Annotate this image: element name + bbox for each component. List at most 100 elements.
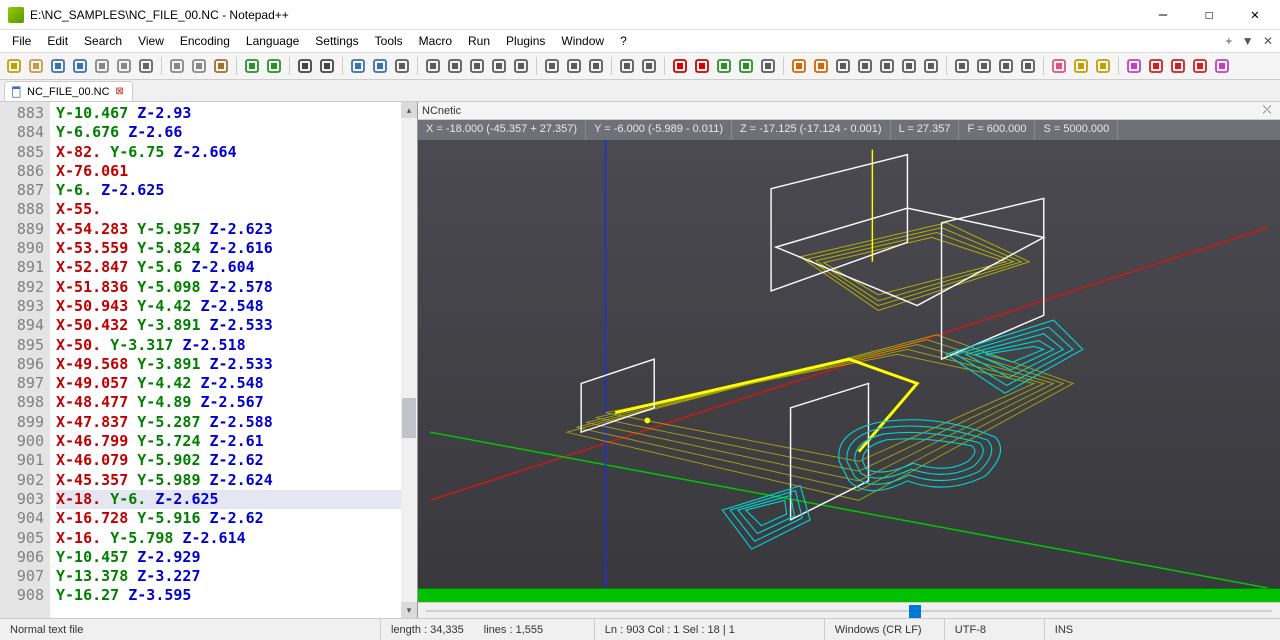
code-line[interactable]: X-50. Y-3.317 Z-2.518 bbox=[56, 336, 417, 355]
code-line[interactable]: Y-10.467 Z-2.93 bbox=[56, 104, 417, 123]
unfold-button[interactable] bbox=[511, 56, 531, 76]
close-button[interactable]: ✕ bbox=[1232, 0, 1278, 30]
menu-language[interactable]: Language bbox=[238, 32, 307, 50]
all-chars-button[interactable] bbox=[445, 56, 465, 76]
slider-thumb[interactable] bbox=[909, 605, 921, 618]
menu-help[interactable]: ? bbox=[612, 32, 635, 50]
viewer-close-icon[interactable]: ⤬ bbox=[1258, 104, 1276, 117]
status-encoding[interactable]: UTF-8 bbox=[944, 619, 1044, 640]
record-macro-button[interactable] bbox=[670, 56, 690, 76]
menu-run[interactable]: Run bbox=[460, 32, 498, 50]
fold-button[interactable] bbox=[489, 56, 509, 76]
code-line[interactable]: X-55. bbox=[56, 200, 417, 219]
code-line[interactable]: Y-16.27 Z-3.595 bbox=[56, 586, 417, 605]
code-line[interactable]: X-47.837 Y-5.287 Z-2.588 bbox=[56, 413, 417, 432]
scroll-down-icon[interactable]: ▾ bbox=[401, 602, 417, 618]
menu-plugins[interactable]: Plugins bbox=[498, 32, 553, 50]
menu-settings[interactable]: Settings bbox=[307, 32, 366, 50]
monitor-button[interactable] bbox=[639, 56, 659, 76]
code-line[interactable]: Y-6. Z-2.625 bbox=[56, 181, 417, 200]
compare-nav4-button[interactable] bbox=[899, 56, 919, 76]
menu-view[interactable]: View bbox=[130, 32, 172, 50]
code-line[interactable]: X-50.432 Y-3.891 Z-2.533 bbox=[56, 316, 417, 335]
menu-window[interactable]: Window bbox=[553, 32, 612, 50]
nc-play-back-button[interactable] bbox=[1146, 56, 1166, 76]
compare-opts-button[interactable] bbox=[921, 56, 941, 76]
playback-slider[interactable] bbox=[418, 602, 1280, 618]
menu-file[interactable]: File bbox=[4, 32, 39, 50]
code-line[interactable]: X-16.728 Y-5.916 Z-2.62 bbox=[56, 509, 417, 528]
copy-button[interactable] bbox=[189, 56, 209, 76]
doc-map-button[interactable] bbox=[542, 56, 562, 76]
code-line[interactable]: X-49.568 Y-3.891 Z-2.533 bbox=[56, 355, 417, 374]
indent-guide-button[interactable] bbox=[467, 56, 487, 76]
spell-button[interactable] bbox=[1071, 56, 1091, 76]
code-line[interactable]: Y-6.676 Z-2.66 bbox=[56, 123, 417, 142]
spell2-button[interactable] bbox=[1093, 56, 1113, 76]
code-line[interactable]: X-76.061 bbox=[56, 162, 417, 181]
compare-1-button[interactable] bbox=[789, 56, 809, 76]
minimize-button[interactable]: — bbox=[1140, 0, 1186, 30]
close-all-button[interactable] bbox=[114, 56, 134, 76]
undo-button[interactable] bbox=[242, 56, 262, 76]
code-line[interactable]: X-82. Y-6.75 Z-2.664 bbox=[56, 143, 417, 162]
save-macro-button[interactable] bbox=[758, 56, 778, 76]
run-macro-button[interactable] bbox=[736, 56, 756, 76]
code-editor[interactable]: 8838848858868878888898908918928938948958… bbox=[0, 102, 418, 618]
doc-list-button[interactable] bbox=[564, 56, 584, 76]
close-button[interactable] bbox=[92, 56, 112, 76]
close-panel-icon[interactable]: ✕ bbox=[1263, 34, 1273, 48]
folder-workspace-button[interactable] bbox=[617, 56, 637, 76]
find-button[interactable] bbox=[295, 56, 315, 76]
add-tab-icon[interactable]: + bbox=[1225, 34, 1232, 48]
code-line[interactable]: X-16. Y-5.798 Z-2.614 bbox=[56, 529, 417, 548]
menu-encoding[interactable]: Encoding bbox=[172, 32, 238, 50]
nc-prev-button[interactable] bbox=[1124, 56, 1144, 76]
status-ins[interactable]: INS bbox=[1044, 619, 1280, 640]
dropdown-icon[interactable]: ▼ bbox=[1242, 34, 1254, 48]
nc-next-button[interactable] bbox=[1190, 56, 1210, 76]
code-line[interactable]: X-18. Y-6. Z-2.625 bbox=[56, 490, 417, 509]
bookmark-button[interactable] bbox=[952, 56, 972, 76]
file-tab[interactable]: NC_FILE_00.NC ⊠ bbox=[4, 81, 133, 101]
code-content[interactable]: Y-10.467 Z-2.93Y-6.676 Z-2.66X-82. Y-6.7… bbox=[50, 102, 417, 618]
maximize-button[interactable]: ☐ bbox=[1186, 0, 1232, 30]
menu-edit[interactable]: Edit bbox=[39, 32, 76, 50]
code-line[interactable]: X-49.057 Y-4.42 Z-2.548 bbox=[56, 374, 417, 393]
tab-close-icon[interactable]: ⊠ bbox=[114, 86, 126, 98]
nc-play-button[interactable] bbox=[1168, 56, 1188, 76]
bookmark-next-button[interactable] bbox=[974, 56, 994, 76]
open-button[interactable] bbox=[26, 56, 46, 76]
bookmark-clear-button[interactable] bbox=[1018, 56, 1038, 76]
func-list-button[interactable] bbox=[586, 56, 606, 76]
code-line[interactable]: X-53.559 Y-5.824 Z-2.616 bbox=[56, 239, 417, 258]
paste-button[interactable] bbox=[211, 56, 231, 76]
replace-button[interactable] bbox=[317, 56, 337, 76]
save-button[interactable] bbox=[48, 56, 68, 76]
menu-search[interactable]: Search bbox=[76, 32, 130, 50]
scroll-thumb[interactable] bbox=[402, 398, 416, 438]
stop-macro-button[interactable] bbox=[692, 56, 712, 76]
status-eol[interactable]: Windows (CR LF) bbox=[824, 619, 944, 640]
cut-button[interactable] bbox=[167, 56, 187, 76]
compare-clear-button[interactable] bbox=[811, 56, 831, 76]
code-line[interactable]: Y-13.378 Z-3.227 bbox=[56, 567, 417, 586]
heart-button[interactable] bbox=[1049, 56, 1069, 76]
code-line[interactable]: X-54.283 Y-5.957 Z-2.623 bbox=[56, 220, 417, 239]
code-line[interactable]: Y-10.457 Z-2.929 bbox=[56, 548, 417, 567]
compare-nav2-button[interactable] bbox=[855, 56, 875, 76]
code-line[interactable]: X-51.836 Y-5.098 Z-2.578 bbox=[56, 278, 417, 297]
3d-canvas[interactable] bbox=[418, 140, 1280, 588]
print-button[interactable] bbox=[136, 56, 156, 76]
editor-scrollbar[interactable]: ▴ ▾ bbox=[401, 102, 417, 618]
code-line[interactable]: X-52.847 Y-5.6 Z-2.604 bbox=[56, 258, 417, 277]
zoom-out-button[interactable] bbox=[370, 56, 390, 76]
new-button[interactable] bbox=[4, 56, 24, 76]
play-macro-button[interactable] bbox=[714, 56, 734, 76]
menu-macro[interactable]: Macro bbox=[411, 32, 460, 50]
zoom-in-button[interactable] bbox=[348, 56, 368, 76]
sync-scroll-button[interactable] bbox=[392, 56, 412, 76]
code-line[interactable]: X-50.943 Y-4.42 Z-2.548 bbox=[56, 297, 417, 316]
code-line[interactable]: X-48.477 Y-4.89 Z-2.567 bbox=[56, 393, 417, 412]
code-line[interactable]: X-45.357 Y-5.989 Z-2.624 bbox=[56, 471, 417, 490]
